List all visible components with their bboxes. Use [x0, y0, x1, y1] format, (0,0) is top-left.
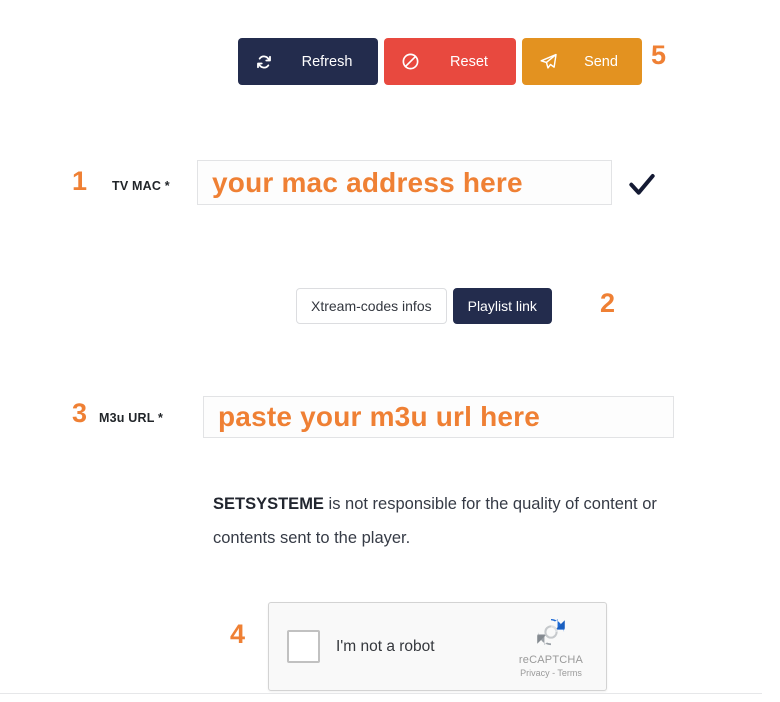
recaptcha-checkbox[interactable]: [287, 630, 320, 663]
recaptcha-brand-label: reCAPTCHA: [518, 654, 584, 666]
ban-icon: [400, 52, 420, 72]
source-type-toggle-group: Xtream-codes infos Playlist link: [296, 288, 552, 324]
refresh-icon: [254, 52, 274, 72]
recaptcha-branding: reCAPTCHA Privacy - Terms: [504, 613, 598, 680]
playlist-link-toggle-label: Playlist link: [467, 298, 537, 314]
xtream-codes-infos-toggle-label: Xtream-codes infos: [311, 298, 432, 314]
action-button-bar: Refresh Reset Send: [238, 38, 642, 85]
recaptcha-privacy-terms-links[interactable]: Privacy - Terms: [504, 668, 598, 678]
disclaimer-brand: SETSYSTEME: [213, 495, 324, 513]
tv-mac-label: TV MAC *: [112, 179, 170, 193]
recaptcha-widget[interactable]: I'm not a robot reCAPTCHA Privacy - Term…: [268, 602, 607, 691]
annotation-2: 2: [600, 288, 616, 318]
playlist-link-toggle[interactable]: Playlist link: [452, 288, 552, 324]
form-page: Refresh Reset Send 5 1 TV MAC * your mac…: [0, 0, 780, 702]
bottom-divider: [0, 693, 762, 694]
m3u-url-label: M3u URL *: [99, 411, 164, 425]
m3u-url-input[interactable]: paste your m3u url here: [203, 396, 674, 438]
paper-plane-icon: [538, 52, 558, 72]
send-button[interactable]: Send: [522, 38, 642, 85]
disclaimer-text: SETSYSTEME is not responsible for the qu…: [213, 487, 673, 555]
annotation-3: 3: [72, 398, 88, 428]
refresh-button-label: Refresh: [301, 53, 353, 70]
m3u-url-placeholder: paste your m3u url here: [218, 401, 541, 432]
tv-mac-placeholder: your mac address here: [212, 166, 523, 198]
recaptcha-logo-icon: [504, 613, 598, 651]
reset-button[interactable]: Reset: [384, 38, 516, 85]
xtream-codes-infos-toggle[interactable]: Xtream-codes infos: [296, 288, 447, 324]
refresh-button[interactable]: Refresh: [238, 38, 378, 85]
recaptcha-checkbox-label: I'm not a robot: [336, 637, 435, 655]
send-button-label: Send: [584, 53, 618, 70]
tv-mac-input[interactable]: your mac address here: [197, 160, 612, 205]
reset-button-label: Reset: [450, 53, 488, 70]
annotation-1: 1: [72, 166, 88, 196]
check-icon: [626, 168, 658, 200]
annotation-5: 5: [651, 40, 667, 70]
annotation-4: 4: [230, 619, 246, 649]
